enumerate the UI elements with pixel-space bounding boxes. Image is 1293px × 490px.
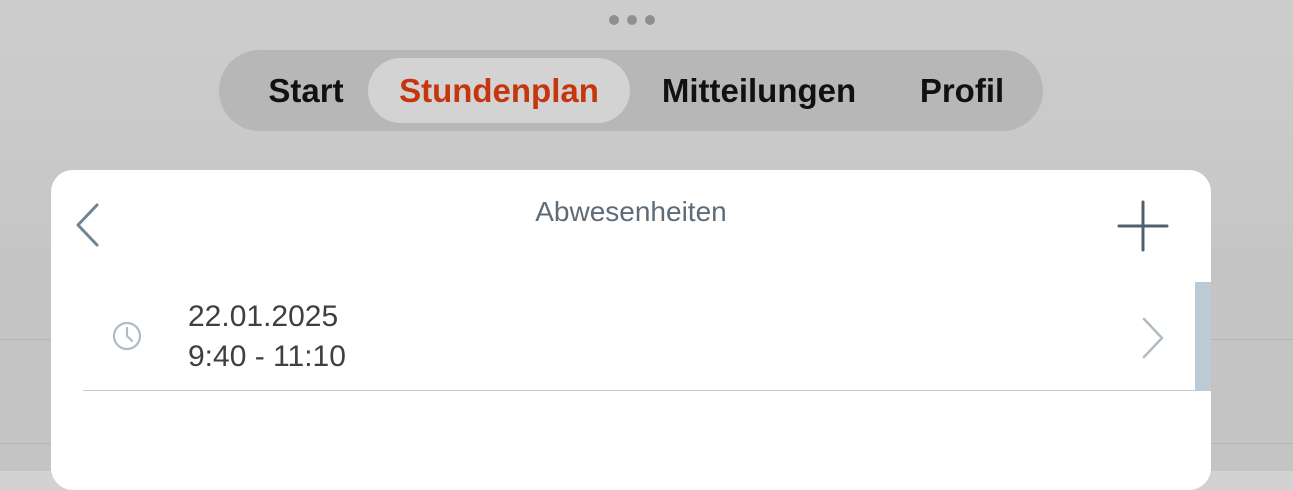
absences-sheet: Abwesenheiten 22.01.2025 9:40 - 11:10 [51,170,1211,490]
tab-start[interactable]: Start [241,58,371,123]
dot-icon [645,15,655,25]
tab-bar: Start Stundenplan Mitteilungen Profil [219,50,1043,131]
clock-icon [112,321,142,351]
absence-date: 22.01.2025 [188,300,339,333]
tab-mitteilungen[interactable]: Mitteilungen [644,58,874,123]
plus-icon [1117,200,1169,252]
add-button[interactable] [1117,200,1169,252]
back-button[interactable] [73,202,103,248]
row-divider [83,390,1211,391]
more-handle[interactable] [609,14,655,26]
absence-time: 9:40 - 11:10 [188,340,346,373]
sheet-title: Abwesenheiten [535,196,727,227]
scrollbar-thumb[interactable] [1195,282,1211,391]
tab-profil[interactable]: Profil [899,58,1025,123]
absence-list-item[interactable]: 22.01.2025 9:40 - 11:10 [83,282,1211,391]
sheet-subtitle [556,230,706,256]
dot-icon [609,15,619,25]
tab-stundenplan[interactable]: Stundenplan [368,58,630,123]
chevron-left-icon [76,203,99,247]
dot-icon [627,15,637,25]
chevron-right-icon [1142,317,1164,359]
